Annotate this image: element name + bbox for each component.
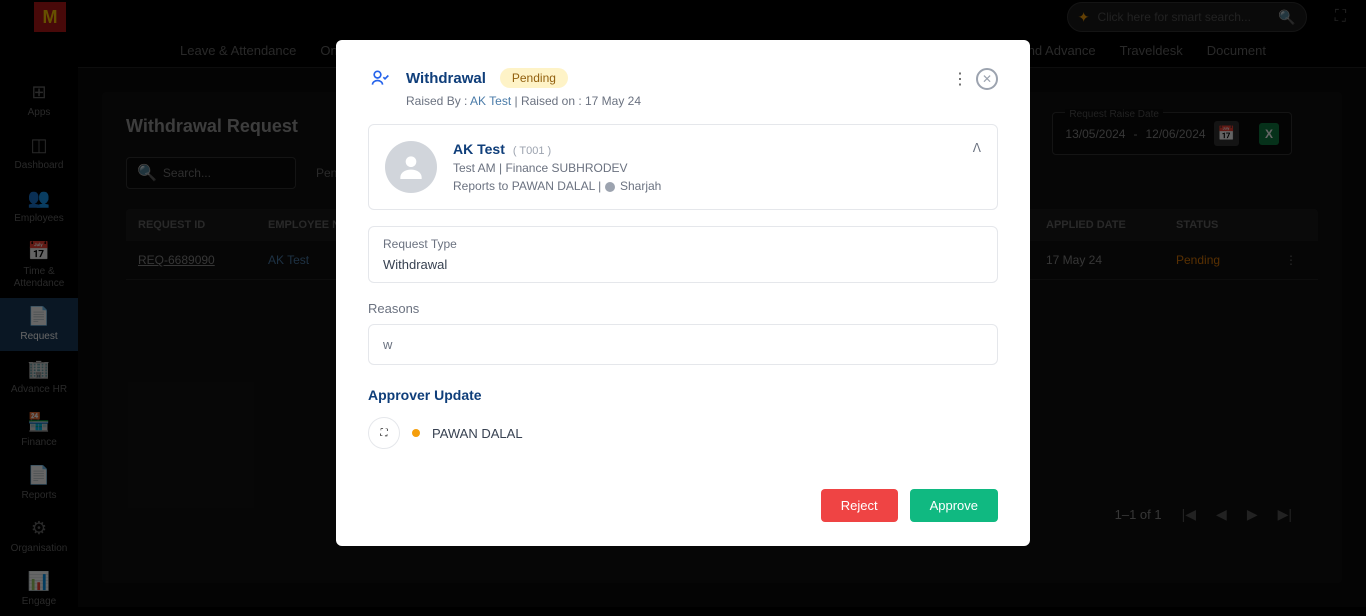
close-icon[interactable]: ✕ (976, 68, 998, 90)
approver-row: ⛶ PAWAN DALAL (368, 417, 998, 449)
reasons-label: Reasons (368, 301, 998, 316)
raised-on-date: 17 May 24 (585, 94, 641, 108)
modal-title: Withdrawal (406, 70, 486, 87)
reject-button[interactable]: Reject (821, 489, 898, 522)
modal-header: Withdrawal Pending Raised By : AK Test |… (368, 68, 998, 108)
reasons-value: w (368, 324, 998, 365)
request-type-value: Withdrawal (383, 257, 983, 272)
modal-footer: Reject Approve (368, 489, 998, 522)
raised-by-name[interactable]: AK Test (470, 94, 511, 108)
modal-subtitle: Raised By : AK Test | Raised on : 17 May… (406, 94, 938, 108)
chevron-up-icon[interactable]: ᐱ (973, 141, 981, 155)
status-badge: Pending (500, 68, 568, 88)
approver-name: PAWAN DALAL (432, 426, 523, 441)
employee-code: ( T001 ) (513, 145, 551, 157)
person-check-icon (370, 68, 390, 94)
employee-reports: Reports to PAWAN DALAL | Sharjah (453, 179, 981, 193)
request-type-label: Request Type (383, 237, 983, 251)
employee-role: Test AM | Finance SUBHRODEV (453, 161, 981, 175)
employee-card: AK Test ( T001 ) Test AM | Finance SUBHR… (368, 124, 998, 210)
approve-button[interactable]: Approve (910, 489, 998, 522)
approver-avatar: ⛶ (368, 417, 400, 449)
avatar (385, 141, 437, 193)
location-icon (605, 182, 615, 192)
withdrawal-modal: Withdrawal Pending Raised By : AK Test |… (336, 40, 1030, 546)
employee-name: AK Test (453, 141, 505, 157)
approver-title: Approver Update (368, 387, 998, 403)
request-type-field: Request Type Withdrawal (368, 226, 998, 283)
more-vert-icon[interactable]: ⋮ (952, 69, 968, 89)
status-dot-icon (412, 429, 420, 437)
modal-overlay[interactable]: Withdrawal Pending Raised By : AK Test |… (0, 0, 1366, 607)
